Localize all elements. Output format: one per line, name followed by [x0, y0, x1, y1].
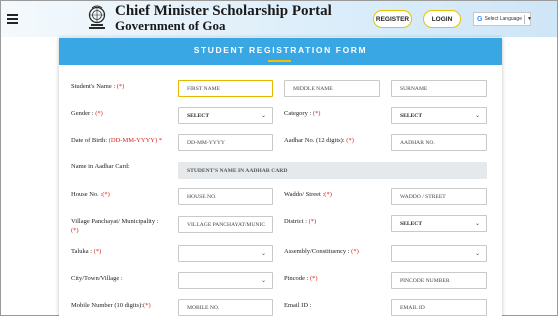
form-heading: STUDENT REGISTRATION FORM — [193, 45, 368, 55]
house-no-input[interactable]: HOUSE NO. — [178, 188, 273, 205]
district-select[interactable]: SELECT ⌄ — [391, 215, 487, 232]
mobile-label: Mobile Number (10 digits):(*) — [71, 302, 151, 309]
site-header: Chief Minister Scholarship Portal Govern… — [1, 1, 557, 37]
chevron-down-icon: ⌄ — [260, 113, 266, 119]
surname-input[interactable]: SURNAME — [391, 80, 487, 97]
chevron-down-icon: ⌄ — [474, 221, 480, 227]
register-button[interactable]: REGISTER — [373, 10, 412, 28]
chevron-down-icon: ⌄ — [260, 251, 266, 257]
taluka-select[interactable]: ⌄ — [178, 245, 273, 262]
gender-label: Gender : (*) — [71, 110, 103, 117]
city-select[interactable]: ⌄ — [178, 272, 273, 289]
caret-down-icon: ▼ — [527, 16, 532, 22]
portal-subtitle: Government of Goa — [115, 18, 226, 33]
aadhar-no-input[interactable]: AADHAR NO. — [391, 134, 487, 151]
first-name-input[interactable]: FIRST NAME — [178, 80, 273, 97]
waddo-street-input[interactable]: WADDO / STREET — [391, 188, 487, 205]
assembly-label: Assembly/Constituency : (*) — [284, 248, 359, 255]
heading-underline — [268, 60, 291, 62]
aadhar-name-label: Name in Aadhar Card: — [71, 163, 130, 170]
gender-select[interactable]: SELECT ⌄ — [178, 107, 273, 124]
middle-name-input[interactable]: MIDDLE NAME — [284, 80, 380, 97]
email-input[interactable]: EMAIL ID — [391, 299, 487, 316]
card-header: STUDENT REGISTRATION FORM — [59, 38, 502, 65]
aadhar-name-input[interactable]: STUDENT'S NAME IN AADHAR CARD — [178, 162, 487, 179]
aadhar-no-label: Aadhar No. (12 digits): (*) — [284, 137, 354, 144]
waddo-street-label: Waddo/ Street :(*) — [284, 191, 332, 198]
menu-icon[interactable] — [7, 14, 18, 24]
email-label: Email ID : — [284, 302, 312, 309]
city-label: City/Town/Village : — [71, 275, 123, 282]
google-translate-icon: G — [477, 15, 483, 23]
category-label: Category : (*) — [284, 110, 321, 117]
language-select[interactable]: G Select Language ▼ — [473, 12, 532, 26]
mobile-input[interactable]: MOBILE NO. — [178, 299, 273, 316]
pincode-input[interactable]: PINCODE NUMBER — [391, 272, 487, 289]
house-no-label: House No. :(*) — [71, 191, 110, 198]
goa-emblem-logo — [88, 5, 106, 29]
village-label: Village Panchayat/ Municipality : — [71, 218, 159, 225]
language-select-label: Select Language — [484, 16, 522, 22]
dob-input[interactable]: DD-MM-YYYY — [178, 134, 273, 151]
taluka-label: Taluka : (*) — [71, 248, 102, 255]
dob-label: Date of Birth: (DD-MM-YYYY) * — [71, 137, 162, 144]
assembly-select[interactable]: ⌄ — [391, 245, 487, 262]
chevron-down-icon: ⌄ — [474, 251, 480, 257]
village-required: (*) — [71, 227, 79, 234]
login-button[interactable]: LOGIN — [423, 10, 461, 28]
chevron-down-icon: ⌄ — [474, 113, 480, 119]
pincode-label: Pincode : (*) — [284, 275, 318, 282]
chevron-down-icon: ⌄ — [260, 278, 266, 284]
student-name-label: Student's Name : (*) — [71, 83, 125, 90]
language-divider — [524, 14, 525, 24]
registration-card: STUDENT REGISTRATION FORM Student's Name… — [59, 38, 502, 316]
category-select[interactable]: SELECT ⌄ — [391, 107, 487, 124]
village-input[interactable]: VILLAGE PANCHAYAT/MUNIC — [178, 216, 273, 233]
district-label: District : (*) — [284, 218, 317, 225]
